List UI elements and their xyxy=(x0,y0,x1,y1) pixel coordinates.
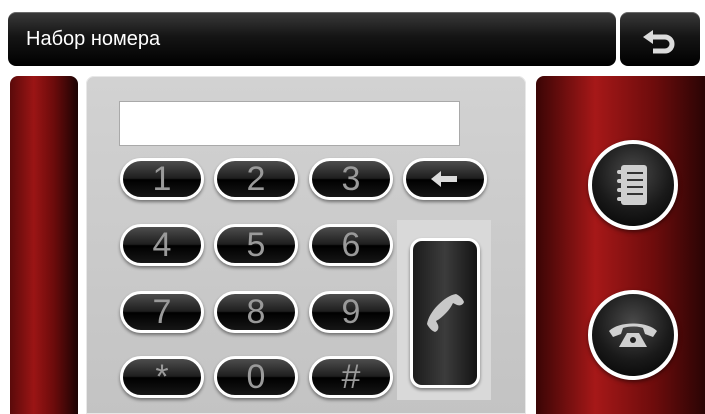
contacts-button[interactable] xyxy=(588,140,678,230)
key-1[interactable]: 1 xyxy=(120,158,204,200)
back-arrow-icon xyxy=(643,30,675,54)
page-title: Набор номера xyxy=(26,28,161,50)
phone-hangup-icon xyxy=(609,323,657,347)
key-5[interactable]: 5 xyxy=(214,224,298,266)
key-2[interactable]: 2 xyxy=(214,158,298,200)
key-6[interactable]: 6 xyxy=(309,224,393,266)
key-9[interactable]: 9 xyxy=(309,291,393,333)
title-bar: Набор номера xyxy=(8,12,616,66)
back-button[interactable] xyxy=(620,12,700,66)
left-side-panel xyxy=(10,76,78,414)
key-0[interactable]: 0 xyxy=(214,356,298,398)
number-display[interactable] xyxy=(119,101,460,146)
key-4[interactable]: 4 xyxy=(120,224,204,266)
key-hash[interactable]: # xyxy=(309,356,393,398)
key-label: 2 xyxy=(246,160,266,198)
key-7[interactable]: 7 xyxy=(120,291,204,333)
key-label: 5 xyxy=(246,226,266,264)
hangup-button[interactable] xyxy=(588,290,678,380)
key-label: * xyxy=(155,358,169,396)
key-8[interactable]: 8 xyxy=(214,291,298,333)
backspace-arrow-icon xyxy=(431,171,457,187)
key-star[interactable]: * xyxy=(120,356,204,398)
call-button[interactable] xyxy=(410,238,480,388)
key-label: 4 xyxy=(152,226,172,264)
contacts-list-icon xyxy=(617,165,647,205)
key-label: 8 xyxy=(246,293,266,331)
key-3[interactable]: 3 xyxy=(309,158,393,200)
key-label: 0 xyxy=(246,358,266,396)
key-label: 7 xyxy=(152,293,172,331)
key-label: 9 xyxy=(341,293,361,331)
key-label: 1 xyxy=(152,160,172,198)
key-label: 3 xyxy=(341,160,361,198)
backspace-button[interactable] xyxy=(403,158,487,200)
key-label: 6 xyxy=(341,226,361,264)
phone-call-icon xyxy=(427,294,464,332)
key-label: # xyxy=(341,358,361,396)
